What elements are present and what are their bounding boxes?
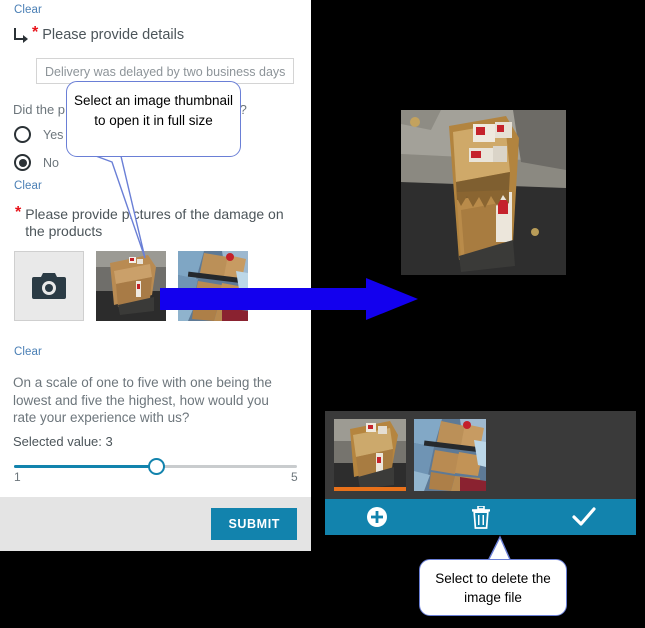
submit-button[interactable]: SUBMIT [211,508,297,540]
callout-open-full-size: Select an image thumbnail to open it in … [66,81,241,157]
checkmark-icon [572,507,596,526]
rating-question-label: On a scale of one to five with one being… [13,375,272,425]
form-footer: SUBMIT [0,497,311,551]
full-size-image[interactable] [401,110,566,275]
strip-photo-2 [414,419,486,491]
radio-no-label: No [43,155,59,170]
selected-value-label: Selected value: 3 [13,434,113,449]
thumbnail-strip [325,411,636,499]
slider-thumb[interactable] [147,458,165,475]
radio-option-no[interactable]: No [14,154,59,171]
sub-question-arrow-icon [12,28,30,44]
delete-image-button[interactable] [429,505,533,529]
strip-photo-1 [334,419,406,491]
strip-thumbnail-2[interactable] [414,419,486,491]
plus-circle-icon [366,507,387,527]
strip-thumbnail-1[interactable] [334,419,406,491]
clear-link-pictures[interactable]: Clear [14,346,42,358]
details-question-row: * Please provide details [12,24,185,44]
confirm-button[interactable] [532,507,636,527]
radio-yes-icon[interactable] [14,126,31,143]
image-action-toolbar [325,499,636,535]
add-image-button[interactable] [325,506,429,528]
form-thumbnail-1[interactable] [96,251,166,321]
slider-min-label: 1 [14,470,21,484]
trash-icon [471,505,490,529]
damaged-box-photo-full [401,110,566,275]
slider-track-fill [14,465,156,468]
slider-max-label: 5 [291,470,298,484]
rating-slider[interactable] [14,457,297,477]
clear-link-details[interactable]: Clear [14,4,42,16]
clear-link-satisfaction[interactable]: Clear [14,180,42,192]
radio-yes-label: Yes [43,127,64,142]
required-asterisk-pictures: * [15,204,22,221]
details-question-label: Please provide details [42,27,185,43]
blue-pointer-arrow [160,278,418,320]
radio-no-icon[interactable] [14,154,31,171]
camera-icon [32,272,66,299]
radio-option-yes[interactable]: Yes [14,126,63,143]
callout-tail-top [84,151,146,259]
camera-upload-button[interactable] [14,251,84,321]
strip-thumbnail-1-selected-indicator [334,487,406,491]
required-asterisk-details: * [32,24,39,41]
satisfaction-question-left: Did the p [13,102,66,117]
callout-delete-image: Select to delete the image file [419,559,567,616]
damaged-box-photo-1 [96,251,166,321]
